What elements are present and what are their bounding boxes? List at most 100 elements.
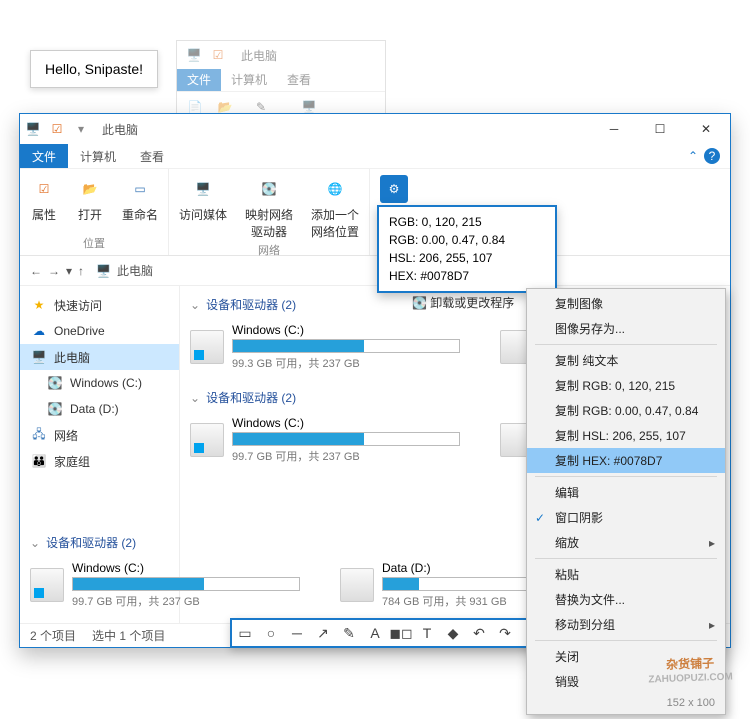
drive-icon [190, 330, 224, 364]
tab-file[interactable]: 文件 [20, 144, 68, 168]
menu-item[interactable]: 复制 HEX: #0078D7 [527, 448, 725, 473]
color-tooltip: RGB: 0, 120, 215 RGB: 0.00, 0.47, 0.84 H… [377, 205, 557, 293]
section-title[interactable]: 设备和驱动器 (2) [46, 534, 136, 551]
menu-item[interactable]: 编辑 [527, 480, 725, 505]
tab-view[interactable]: 查看 [128, 144, 176, 168]
ribbon-group-label: 网络 [258, 242, 280, 260]
tool-button[interactable]: ↷ [492, 620, 518, 646]
menu-item[interactable]: 移动到分组▸ [527, 612, 725, 637]
breadcrumb-loc[interactable]: 此电脑 [117, 262, 153, 279]
ribbon-open[interactable]: 📂打开 [72, 173, 108, 225]
tool-button[interactable]: A [362, 620, 388, 646]
sidebar-item[interactable]: 💽Data (D:) [20, 396, 179, 422]
drive-icon: 💽 [46, 400, 64, 418]
chevron-down-icon[interactable]: ⌄ [190, 298, 200, 312]
ghost-tab-file[interactable]: 文件 [177, 69, 221, 91]
menu-label: 复制 RGB: 0, 120, 215 [555, 377, 675, 394]
chevron-down-icon[interactable]: ⌄ [30, 536, 40, 550]
tool-button[interactable]: T [414, 620, 440, 646]
close-button[interactable]: ✕ [686, 115, 726, 143]
cloud-icon: ☁ [30, 322, 48, 340]
tab-computer[interactable]: 计算机 [68, 144, 128, 168]
sidebar-item[interactable]: 🖥️此电脑 [20, 344, 179, 370]
tool-button[interactable]: ◆ [440, 620, 466, 646]
check-icon: ☑ [209, 46, 227, 64]
check-icon: ☑ [48, 120, 66, 138]
uninstall-icon: 💽 [412, 296, 427, 310]
ghost-tab-view[interactable]: 查看 [277, 69, 321, 91]
section-title[interactable]: 设备和驱动器 (2) [206, 296, 296, 313]
ribbon-mapdrive[interactable]: 💽映射网络 驱动器 [241, 173, 297, 242]
tool-button[interactable]: ↶ [466, 620, 492, 646]
drive-name: Windows (C:) [232, 416, 460, 430]
menu-separator [535, 476, 717, 477]
drive-name: Windows (C:) [72, 561, 300, 575]
help-icon[interactable]: ? [704, 148, 720, 164]
menu-item[interactable]: 复制 HSL: 206, 255, 107 [527, 423, 725, 448]
collapse-ribbon-icon[interactable]: ⌃ [688, 149, 698, 163]
nav-history-icon[interactable]: ▾ [66, 264, 72, 278]
menu-label: 复制 HSL: 206, 255, 107 [555, 427, 686, 444]
drive-item[interactable]: Windows (C:)99.7 GB 可用，共 237 GB [190, 416, 460, 464]
tool-button[interactable]: ◼◻ [388, 620, 414, 646]
color-rgbf: RGB: 0.00, 0.47, 0.84 [389, 231, 545, 249]
pc-icon: 🖥️ [24, 120, 42, 138]
titlebar[interactable]: 🖥️ ☑ ▾ 此电脑 ─ ☐ ✕ [20, 114, 730, 144]
submenu-arrow-icon: ▸ [709, 536, 715, 550]
tool-button[interactable]: ─ [284, 620, 310, 646]
sidebar-item[interactable]: 🖧网络 [20, 422, 179, 448]
menu-item[interactable]: 图像另存为... [527, 316, 725, 341]
section-title[interactable]: 设备和驱动器 (2) [206, 389, 296, 406]
breadcrumb[interactable]: ← → ▾ ↑ 🖥️ 此电脑 [20, 256, 730, 286]
menu-label: 复制图像 [555, 295, 603, 312]
drive-icon [190, 423, 224, 457]
menu-item[interactable]: 复制 RGB: 0, 120, 215 [527, 373, 725, 398]
ribbon-addloc[interactable]: 🌐添加一个 网络位置 [307, 173, 363, 242]
pc-icon: 🖥️ [185, 46, 203, 64]
ghost-tab-computer[interactable]: 计算机 [221, 69, 277, 91]
nav-back-icon[interactable]: ← [30, 264, 42, 278]
drive-meta: 99.7 GB 可用，共 237 GB [72, 593, 300, 609]
minimize-button[interactable]: ─ [594, 115, 634, 143]
sidebar-label: 网络 [54, 427, 78, 444]
hello-snip[interactable]: Hello, Snipaste! [30, 50, 158, 88]
menu-item[interactable]: 缩放▸ [527, 530, 725, 555]
drive-usage-bar [232, 339, 460, 353]
ribbon-rename[interactable]: ▭重命名 [118, 173, 162, 225]
context-menu[interactable]: 复制图像图像另存为... 复制 纯文本复制 RGB: 0, 120, 215 复制 … [526, 288, 726, 715]
menu-item[interactable]: 复制 RGB: 0.00, 0.47, 0.84 [527, 398, 725, 423]
menu-item[interactable]: 复制 纯文本 [527, 348, 725, 373]
menu-item[interactable]: 复制图像 [527, 291, 725, 316]
sidebar-item[interactable]: ★ 快速访问 [20, 292, 179, 318]
tool-button[interactable]: ✎ [336, 620, 362, 646]
sidebar-item[interactable]: ☁OneDrive [20, 318, 179, 344]
maximize-button[interactable]: ☐ [640, 115, 680, 143]
drive-item[interactable]: Windows (C:)99.3 GB 可用，共 237 GB [190, 323, 460, 371]
star-icon: ★ [30, 296, 48, 314]
menu-item[interactable]: ✓窗口阴影 [527, 505, 725, 530]
color-rgb: RGB: 0, 120, 215 [389, 213, 545, 231]
sidebar-item[interactable]: 👪家庭组 [20, 448, 179, 474]
nav-up-icon[interactable]: ↑ [78, 264, 84, 278]
sidebar-label: 此电脑 [54, 349, 90, 366]
menu-item[interactable]: 粘贴 [527, 562, 725, 587]
tool-button[interactable]: ▭ [232, 620, 258, 646]
down-icon[interactable]: ▾ [72, 120, 90, 138]
sidebar-item[interactable]: 💽Windows (C:) [20, 370, 179, 396]
chevron-down-icon[interactable]: ⌄ [190, 391, 200, 405]
ribbon-properties[interactable]: ☑属性 [26, 173, 62, 225]
menu-item[interactable]: 替换为文件... [527, 587, 725, 612]
drive-item[interactable]: Windows (C:) 99.7 GB 可用，共 237 GB [30, 561, 300, 609]
sidebar-label: 快速访问 [54, 297, 102, 314]
ribbon-tabs: 文件 计算机 查看 ⌃ ? [20, 144, 730, 168]
status-items: 2 个项目 [30, 627, 76, 644]
color-hsl: HSL: 206, 255, 107 [389, 249, 545, 267]
tool-button[interactable]: ○ [258, 620, 284, 646]
ribbon: ☑属性 📂打开 ▭重命名 位置 🖥️访问媒体 💽映射网络 驱动器 🌐添加一个 网… [20, 168, 730, 256]
drive-usage-bar [72, 577, 300, 591]
uninstall-label[interactable]: 💽 卸载或更改程序 [412, 294, 514, 311]
nav-fwd-icon[interactable]: → [48, 264, 60, 278]
tool-button[interactable]: ↗ [310, 620, 336, 646]
ribbon-media[interactable]: 🖥️访问媒体 [175, 173, 231, 225]
check-icon: ✓ [535, 511, 545, 525]
